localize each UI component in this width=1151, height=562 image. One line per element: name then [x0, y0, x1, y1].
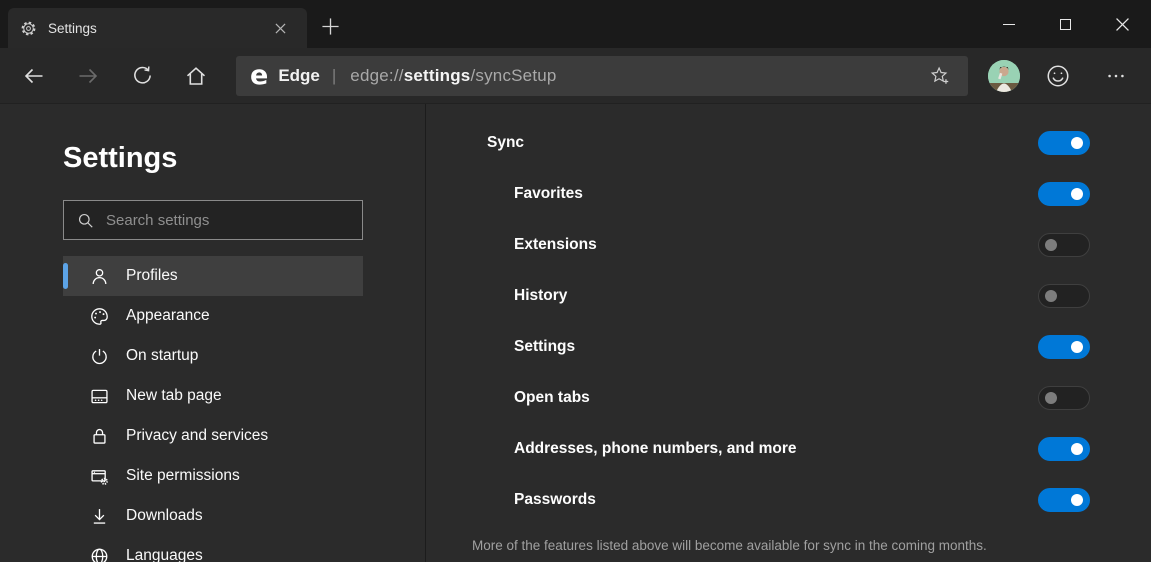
- tab-settings[interactable]: Settings: [8, 8, 307, 48]
- more-dots-icon: [1108, 74, 1124, 77]
- smiley-feedback-icon: [1047, 64, 1069, 87]
- arrow-left-icon: [24, 68, 43, 83]
- sidebar-item-label: On startup: [126, 347, 199, 364]
- sync-toggle[interactable]: [1038, 130, 1090, 155]
- toggle-row-extensions: Extensions: [426, 219, 1151, 270]
- minimize-button[interactable]: [980, 0, 1037, 48]
- tab-strip: Settings: [0, 0, 1151, 48]
- addresses-toggle[interactable]: [1038, 436, 1090, 461]
- minimize-icon: [1002, 23, 1015, 25]
- toggle-label: Settings: [514, 337, 576, 355]
- sidebar-item-label: Downloads: [126, 507, 203, 524]
- toggle-row-addresses: Addresses, phone numbers, and more: [426, 423, 1151, 474]
- settings-toggle[interactable]: [1038, 334, 1090, 359]
- open-tabs-toggle[interactable]: [1038, 385, 1090, 410]
- new-tab-page-icon: [87, 386, 111, 407]
- power-icon: [87, 346, 111, 367]
- arrow-right-icon: [79, 68, 98, 83]
- extensions-toggle[interactable]: [1038, 232, 1090, 257]
- sidebar-item-label: Profiles: [126, 267, 178, 284]
- sidebar-item-site-permissions[interactable]: Site permissions: [63, 456, 363, 496]
- edge-logo: e: [250, 60, 269, 91]
- favorites-toggle[interactable]: [1038, 181, 1090, 206]
- refresh-icon: [133, 66, 151, 84]
- toggle-row-history: History: [426, 270, 1151, 321]
- profile-avatar[interactable]: [988, 59, 1020, 92]
- sidebar-item-label: Privacy and services: [126, 427, 269, 444]
- address-bar-brand: Edge: [278, 65, 320, 85]
- sync-footer-note: More of the features listed above will b…: [472, 538, 987, 553]
- sidebar-item-label: Appearance: [126, 307, 210, 324]
- window-controls: [980, 0, 1151, 48]
- forward-button[interactable]: [68, 56, 108, 96]
- sidebar-item-label: Languages: [126, 547, 203, 562]
- sidebar-item-appearance[interactable]: Appearance: [63, 296, 363, 336]
- toggle-row-settings: Settings: [426, 321, 1151, 372]
- sidebar-item-on-startup[interactable]: On startup: [63, 336, 363, 376]
- toggle-row-open-tabs: Open tabs: [426, 372, 1151, 423]
- close-icon: [1116, 17, 1129, 31]
- sync-settings-panel: Sync Favorites Extensions History Settin…: [426, 104, 1151, 562]
- toggle-label: Passwords: [514, 490, 596, 508]
- passwords-toggle[interactable]: [1038, 487, 1090, 512]
- toggle-row-favorites: Favorites: [426, 168, 1151, 219]
- sidebar-item-downloads[interactable]: Downloads: [63, 496, 363, 536]
- maximize-icon: [1060, 18, 1071, 30]
- settings-sidebar: Settings Profiles: [0, 104, 426, 562]
- toggle-label: Sync: [487, 133, 525, 151]
- download-icon: [87, 506, 111, 527]
- palette-icon: [87, 306, 111, 327]
- add-favorite-button[interactable]: [922, 58, 958, 94]
- address-url: edge://settings/syncSetup: [350, 65, 557, 85]
- close-button[interactable]: [1094, 0, 1151, 48]
- sidebar-item-privacy-and-services[interactable]: Privacy and services: [63, 416, 363, 456]
- address-bar-separator: |: [331, 65, 337, 85]
- search-input[interactable]: [106, 211, 350, 229]
- sidebar-item-languages[interactable]: Languages: [63, 536, 363, 562]
- toggle-label: Extensions: [514, 235, 597, 253]
- tab-title: Settings: [48, 20, 97, 36]
- toggle-row-passwords: Passwords: [426, 474, 1151, 525]
- lock-icon: [87, 426, 111, 447]
- search-icon: [78, 213, 93, 228]
- sidebar-item-profiles[interactable]: Profiles: [63, 256, 363, 296]
- gear-icon: [20, 20, 37, 37]
- settings-menu-button[interactable]: [1096, 56, 1136, 96]
- maximize-button[interactable]: [1037, 0, 1094, 48]
- page-title: Settings: [63, 142, 178, 174]
- new-tab-button[interactable]: [313, 9, 347, 43]
- refresh-button[interactable]: [122, 56, 162, 96]
- back-button[interactable]: [14, 56, 54, 96]
- toggle-label: Addresses, phone numbers, and more: [514, 439, 797, 457]
- toggle-label: Favorites: [514, 184, 583, 202]
- history-toggle[interactable]: [1038, 283, 1090, 308]
- toggle-label: Open tabs: [514, 388, 590, 406]
- sidebar-nav: Profiles Appearance On startup New tab p…: [0, 256, 425, 562]
- toggle-label: History: [514, 286, 568, 304]
- settings-search-box[interactable]: [63, 200, 363, 240]
- sidebar-item-label: New tab page: [126, 387, 222, 404]
- globe-icon: [87, 546, 111, 562]
- person-icon: [87, 266, 111, 287]
- sidebar-item-label: Site permissions: [126, 467, 240, 484]
- sidebar-item-new-tab-page[interactable]: New tab page: [63, 376, 363, 416]
- home-button[interactable]: [176, 56, 216, 96]
- avatar: [988, 59, 1020, 92]
- star-add-icon: [930, 66, 949, 84]
- feedback-button[interactable]: [1038, 56, 1078, 96]
- page-content: Settings Profiles: [0, 103, 1151, 562]
- site-permissions-icon: [87, 466, 111, 487]
- home-icon: [186, 66, 206, 85]
- address-bar[interactable]: e Edge | edge://settings/syncSetup: [236, 55, 968, 96]
- browser-toolbar: e Edge | edge://settings/syncSetup: [0, 48, 1151, 103]
- tab-close-icon[interactable]: [267, 15, 293, 41]
- toggle-row-sync: Sync: [426, 117, 1151, 168]
